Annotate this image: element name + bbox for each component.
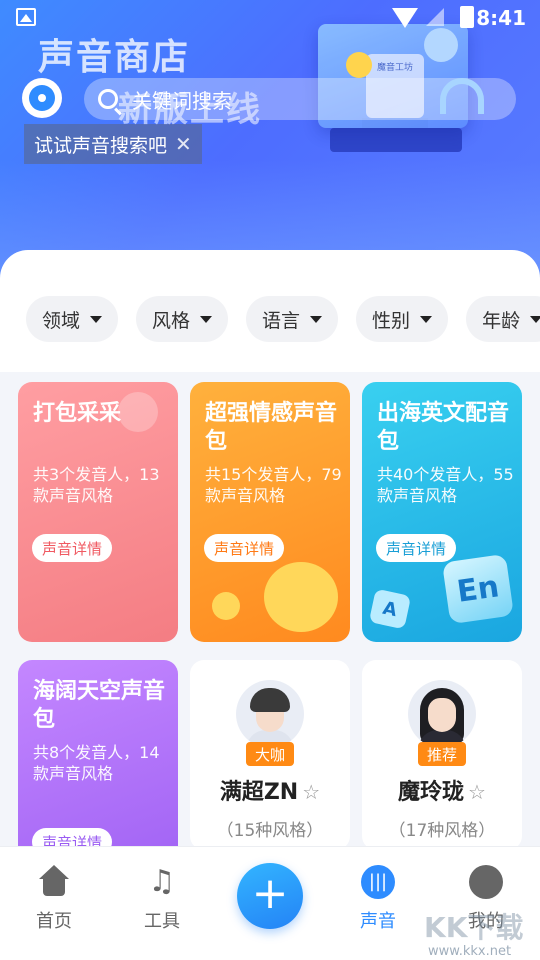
package-title: 海阔天空声音包 xyxy=(33,679,166,732)
filter-age[interactable]: 年龄 xyxy=(466,296,540,342)
filter-gender[interactable]: 性别 xyxy=(356,296,449,342)
avatar xyxy=(408,680,476,748)
dropdown-arrow-icon xyxy=(530,315,540,323)
nav-tools[interactable]: ♫ 工具 xyxy=(122,865,202,933)
speaker-styles: （17种风格） xyxy=(388,821,496,841)
voice-detail-button[interactable]: 声音详情 xyxy=(32,534,113,562)
status-time: 8:41 xyxy=(476,6,526,30)
package-card[interactable]: 超强情感声音包 共15个发音人，79款声音风格 声音详情 xyxy=(190,382,350,642)
voice-detail-button[interactable]: 声音详情 xyxy=(204,534,285,562)
package-desc: 共3个发音人，13款声音风格 xyxy=(33,465,160,505)
english-tile-icon: En xyxy=(441,553,515,625)
avatar xyxy=(236,680,304,748)
filter-label: 领域 xyxy=(42,309,81,332)
app-logo-icon[interactable] xyxy=(22,78,62,118)
filter-bar: 领域 风格 语言 性别 年龄 xyxy=(26,296,540,342)
dropdown-arrow-icon xyxy=(310,315,323,323)
speaker-styles: （15种风格） xyxy=(216,821,324,841)
nav-label: 首页 xyxy=(36,911,72,932)
speaker-name-row: 魔玲珑 ☆ xyxy=(362,774,522,806)
wifi-icon xyxy=(392,8,418,28)
package-desc: 共40个发音人，55款声音风格 xyxy=(377,465,514,505)
dropdown-arrow-icon xyxy=(90,315,103,323)
speaker-name: 满超ZN xyxy=(219,780,299,805)
nav-label: 声音 xyxy=(360,911,396,932)
filter-label: 性别 xyxy=(372,309,411,332)
speaker-card[interactable]: 大咖 满超ZN ☆ （15种风格） xyxy=(190,660,350,850)
emoji-decoration xyxy=(212,592,240,620)
nav-voice[interactable]: ||| 声音 xyxy=(338,865,418,933)
music-note-icon: ♫ xyxy=(148,864,176,899)
nav-home[interactable]: 首页 xyxy=(14,865,94,933)
emoji-decoration xyxy=(264,562,338,632)
package-title: 超强情感声音包 xyxy=(205,401,338,454)
star-icon[interactable]: ☆ xyxy=(468,780,486,804)
filter-language[interactable]: 语言 xyxy=(246,296,339,342)
close-icon[interactable]: ✕ xyxy=(175,132,192,156)
letter-tile-icon: A xyxy=(368,588,412,630)
speaker-badge: 推荐 xyxy=(418,742,467,766)
package-desc: 共8个发音人，14款声音风格 xyxy=(33,743,160,783)
add-button[interactable]: + xyxy=(237,863,303,929)
voice-detail-button[interactable]: 声音详情 xyxy=(376,534,457,562)
package-title: 出海英文配音包 xyxy=(377,401,510,454)
watermark-brand: KK下载 xyxy=(424,911,524,944)
search-tip: 试试声音搜索吧 ✕ xyxy=(24,124,202,164)
monitor-base-illustration xyxy=(330,128,462,152)
speaker-name: 魔玲珑 xyxy=(398,780,465,805)
nav-label: 工具 xyxy=(144,911,180,932)
profile-icon xyxy=(469,865,503,899)
status-bar: 8:41 xyxy=(0,0,540,36)
sound-wave-icon: ||| xyxy=(361,865,395,899)
package-title: 打包采采 xyxy=(33,401,122,426)
star-icon[interactable]: ☆ xyxy=(302,780,320,804)
speaker-card[interactable]: 推荐 魔玲珑 ☆ （17种风格） xyxy=(362,660,522,850)
dropdown-arrow-icon xyxy=(420,315,433,323)
search-tip-text: 试试声音搜索吧 xyxy=(34,134,168,157)
package-desc: 共15个发音人，79款声音风格 xyxy=(205,465,342,505)
filter-label: 风格 xyxy=(152,309,191,332)
speaker-name-row: 满超ZN ☆ xyxy=(190,774,350,806)
filter-style[interactable]: 风格 xyxy=(136,296,229,342)
signal-icon xyxy=(426,8,444,26)
home-icon xyxy=(37,865,71,899)
search-icon xyxy=(98,89,118,109)
search-input[interactable]: 关键词搜索 xyxy=(84,78,516,120)
filter-label: 年龄 xyxy=(482,309,521,332)
package-card[interactable]: 出海英文配音包 共40个发音人，55款声音风格 声音详情 En A xyxy=(362,382,522,642)
package-card[interactable]: 打包采采 共3个发音人，13款声音风格 声音详情 xyxy=(18,382,178,642)
watermark-url: www.kkx.net xyxy=(428,944,512,959)
dropdown-arrow-icon xyxy=(200,315,213,323)
battery-icon xyxy=(460,6,474,28)
smiley-icon xyxy=(346,52,372,78)
gallery-icon xyxy=(16,8,36,26)
speaker-badge: 大咖 xyxy=(246,742,295,766)
filter-domain[interactable]: 领域 xyxy=(26,296,119,342)
filter-label: 语言 xyxy=(262,309,301,332)
search-placeholder: 关键词搜索 xyxy=(132,88,232,113)
